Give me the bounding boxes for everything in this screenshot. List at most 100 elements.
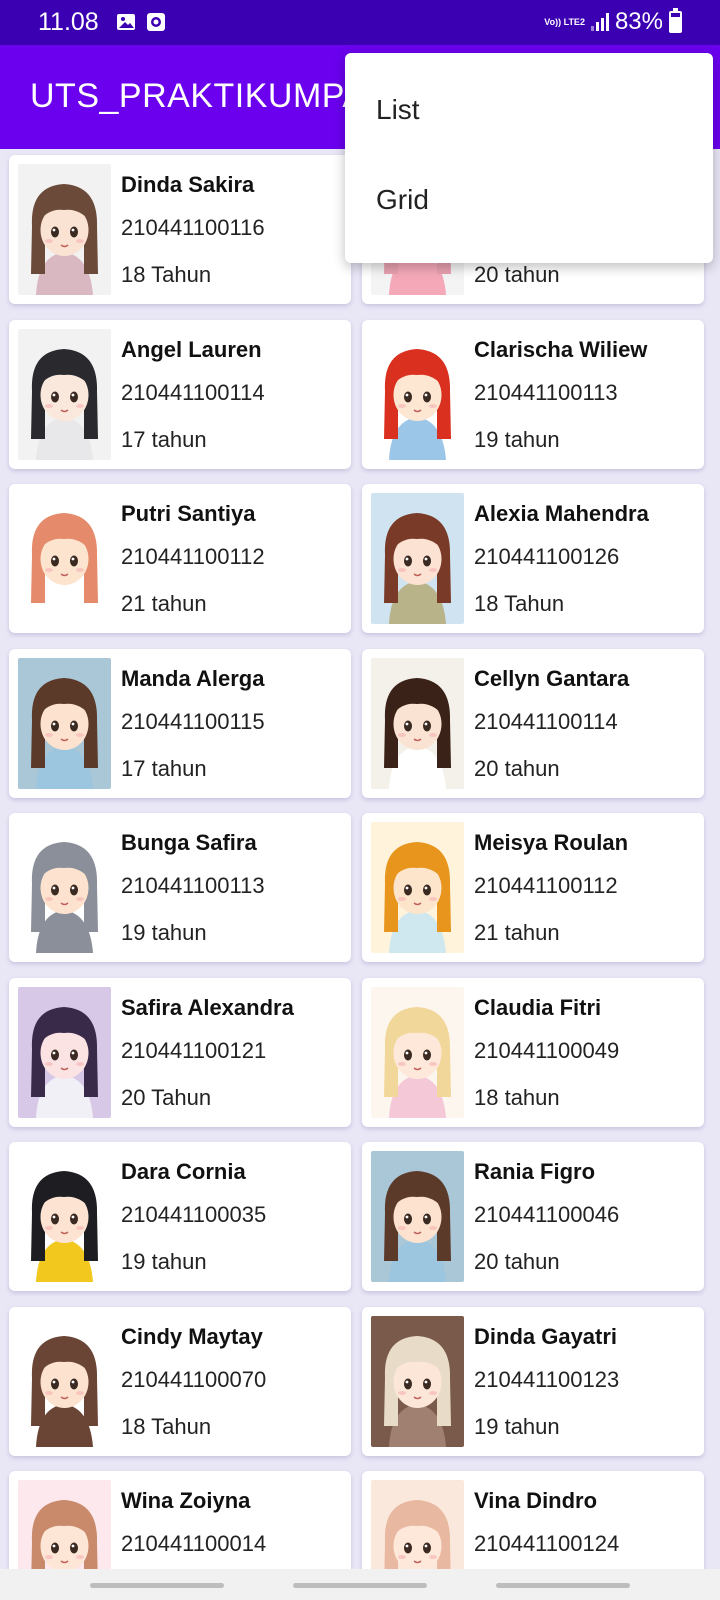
student-nim: 210441100046 bbox=[474, 1202, 620, 1227]
student-avatar bbox=[18, 328, 111, 460]
student-nim: 210441100070 bbox=[121, 1366, 267, 1392]
student-name: Angel Lauren bbox=[121, 336, 262, 362]
student-age: 18 Tahun bbox=[121, 262, 212, 287]
student-card[interactable]: Meisya Roulan 210441100112 21 tahun bbox=[362, 813, 704, 962]
gallery-icon bbox=[116, 12, 136, 32]
student-card[interactable]: Wina Zoiyna 210441100014 bbox=[9, 1471, 351, 1569]
student-nim: 210441100112 bbox=[121, 544, 265, 569]
student-age: 20 tahun bbox=[474, 755, 560, 781]
student-avatar bbox=[371, 1480, 464, 1569]
student-name: Meisya Roulan bbox=[474, 830, 629, 855]
student-age: 21 tahun bbox=[474, 920, 560, 945]
student-age: 19 tahun bbox=[121, 1249, 207, 1274]
signal-icon bbox=[590, 13, 609, 31]
student-name: Manda Alerga bbox=[121, 665, 265, 691]
battery-icon bbox=[669, 8, 682, 33]
student-avatar bbox=[18, 822, 111, 953]
student-avatar bbox=[371, 1151, 464, 1282]
student-card[interactable]: Dara Cornia 210441100035 19 tahun bbox=[9, 1142, 351, 1291]
student-avatar bbox=[371, 986, 464, 1118]
student-age: 20 Tahun bbox=[121, 1084, 212, 1110]
student-name: Dinda Gayatri bbox=[474, 1323, 618, 1349]
student-age: 17 tahun bbox=[121, 426, 207, 452]
student-card[interactable]: Dinda Sakira 210441100116 18 Tahun bbox=[9, 155, 351, 304]
app-title: UTS_PRAKTIKUMPAPB bbox=[30, 77, 360, 115]
student-avatar bbox=[371, 657, 464, 789]
student-name: Claudia Fitri bbox=[474, 994, 602, 1020]
navigation-bar bbox=[0, 1569, 720, 1600]
menu-item-grid[interactable]: Grid bbox=[345, 155, 713, 245]
student-name: Putri Santiya bbox=[121, 501, 256, 526]
student-card[interactable]: Putri Santiya 210441100112 21 tahun bbox=[9, 484, 351, 633]
recent-apps-button[interactable] bbox=[90, 1583, 224, 1588]
student-card[interactable]: Clarischa Wiliew 210441100113 19 tahun bbox=[362, 319, 704, 469]
student-nim: 210441100121 bbox=[121, 1037, 267, 1063]
student-age: 21 tahun bbox=[121, 591, 207, 616]
student-name: Rania Figro bbox=[474, 1159, 596, 1184]
student-avatar bbox=[18, 1151, 111, 1282]
screen-record-icon bbox=[146, 12, 166, 32]
student-avatar bbox=[371, 1315, 464, 1447]
student-card[interactable]: Claudia Fitri 210441100049 18 tahun bbox=[362, 977, 704, 1127]
student-name: Dinda Sakira bbox=[121, 172, 255, 197]
student-nim: 210441100114 bbox=[121, 379, 265, 405]
student-avatar bbox=[371, 822, 464, 953]
student-card[interactable]: Angel Lauren 210441100114 17 tahun bbox=[9, 319, 351, 469]
student-card[interactable]: Cellyn Gantara 210441100114 20 tahun bbox=[362, 648, 704, 798]
overflow-menu: List Grid bbox=[345, 53, 713, 263]
back-button[interactable] bbox=[496, 1583, 630, 1588]
student-nim: 210441100114 bbox=[474, 708, 618, 734]
student-nim: 210441100113 bbox=[121, 873, 265, 898]
student-name: Cindy Maytay bbox=[121, 1323, 263, 1349]
student-name: Safira Alexandra bbox=[121, 994, 294, 1020]
student-avatar bbox=[371, 328, 464, 460]
student-name: Bunga Safira bbox=[121, 830, 257, 855]
student-avatar bbox=[18, 986, 111, 1118]
student-name: Wina Zoiyna bbox=[121, 1488, 251, 1513]
student-nim: 210441100112 bbox=[474, 873, 618, 898]
student-card[interactable]: Vina Dindro 210441100124 bbox=[362, 1471, 704, 1569]
student-age: 19 tahun bbox=[474, 1413, 560, 1439]
network-type: Vo)) LTE2 bbox=[544, 16, 585, 27]
student-nim: 210441100014 bbox=[121, 1531, 267, 1556]
student-card[interactable]: Cindy Maytay 210441100070 18 Tahun bbox=[9, 1306, 351, 1456]
student-nim: 210441100049 bbox=[474, 1037, 620, 1063]
menu-item-list[interactable]: List bbox=[345, 65, 713, 155]
student-age: 18 Tahun bbox=[121, 1413, 212, 1439]
student-nim: 210441100113 bbox=[474, 379, 618, 405]
home-button[interactable] bbox=[293, 1583, 427, 1588]
student-card[interactable]: Alexia Mahendra 210441100126 18 Tahun bbox=[362, 484, 704, 633]
student-card[interactable]: Safira Alexandra 210441100121 20 Tahun bbox=[9, 977, 351, 1127]
student-card[interactable]: Rania Figro 210441100046 20 tahun bbox=[362, 1142, 704, 1291]
student-age: 20 tahun bbox=[474, 1249, 560, 1274]
student-age: 17 tahun bbox=[121, 755, 207, 781]
student-age: 18 tahun bbox=[474, 1084, 560, 1110]
student-name: Vina Dindro bbox=[474, 1488, 598, 1513]
student-avatar bbox=[18, 657, 111, 789]
student-card[interactable]: Bunga Safira 210441100113 19 tahun bbox=[9, 813, 351, 962]
student-age: 18 Tahun bbox=[474, 591, 565, 616]
student-nim: 210441100115 bbox=[121, 708, 265, 734]
student-name: Clarischa Wiliew bbox=[474, 336, 648, 362]
student-grid[interactable]: Dinda Sakira 210441100116 18 Tahun 20 tahun… bbox=[0, 149, 720, 1569]
student-avatar bbox=[18, 164, 111, 295]
student-age: 19 tahun bbox=[121, 920, 207, 945]
status-bar: 11.08 Vo)) LTE2 83% bbox=[0, 0, 720, 45]
student-age: 20 tahun bbox=[474, 262, 560, 287]
status-time: 11.08 bbox=[38, 8, 99, 36]
student-nim: 210441100124 bbox=[474, 1531, 620, 1556]
student-nim: 210441100116 bbox=[121, 215, 265, 240]
student-name: Dara Cornia bbox=[121, 1159, 246, 1184]
student-age: 19 tahun bbox=[474, 426, 560, 452]
student-avatar bbox=[18, 1315, 111, 1447]
status-indicators: Vo)) LTE2 83% bbox=[544, 8, 682, 36]
student-name: Cellyn Gantara bbox=[474, 665, 630, 691]
battery-percent: 83% bbox=[614, 8, 663, 35]
student-card[interactable]: Dinda Gayatri 210441100123 19 tahun bbox=[362, 1306, 704, 1456]
student-name: Alexia Mahendra bbox=[474, 501, 649, 526]
student-card[interactable]: Manda Alerga 210441100115 17 tahun bbox=[9, 648, 351, 798]
student-avatar bbox=[18, 1480, 111, 1569]
student-nim: 210441100123 bbox=[474, 1366, 620, 1392]
student-nim: 210441100126 bbox=[474, 544, 620, 569]
student-nim: 210441100035 bbox=[121, 1202, 267, 1227]
